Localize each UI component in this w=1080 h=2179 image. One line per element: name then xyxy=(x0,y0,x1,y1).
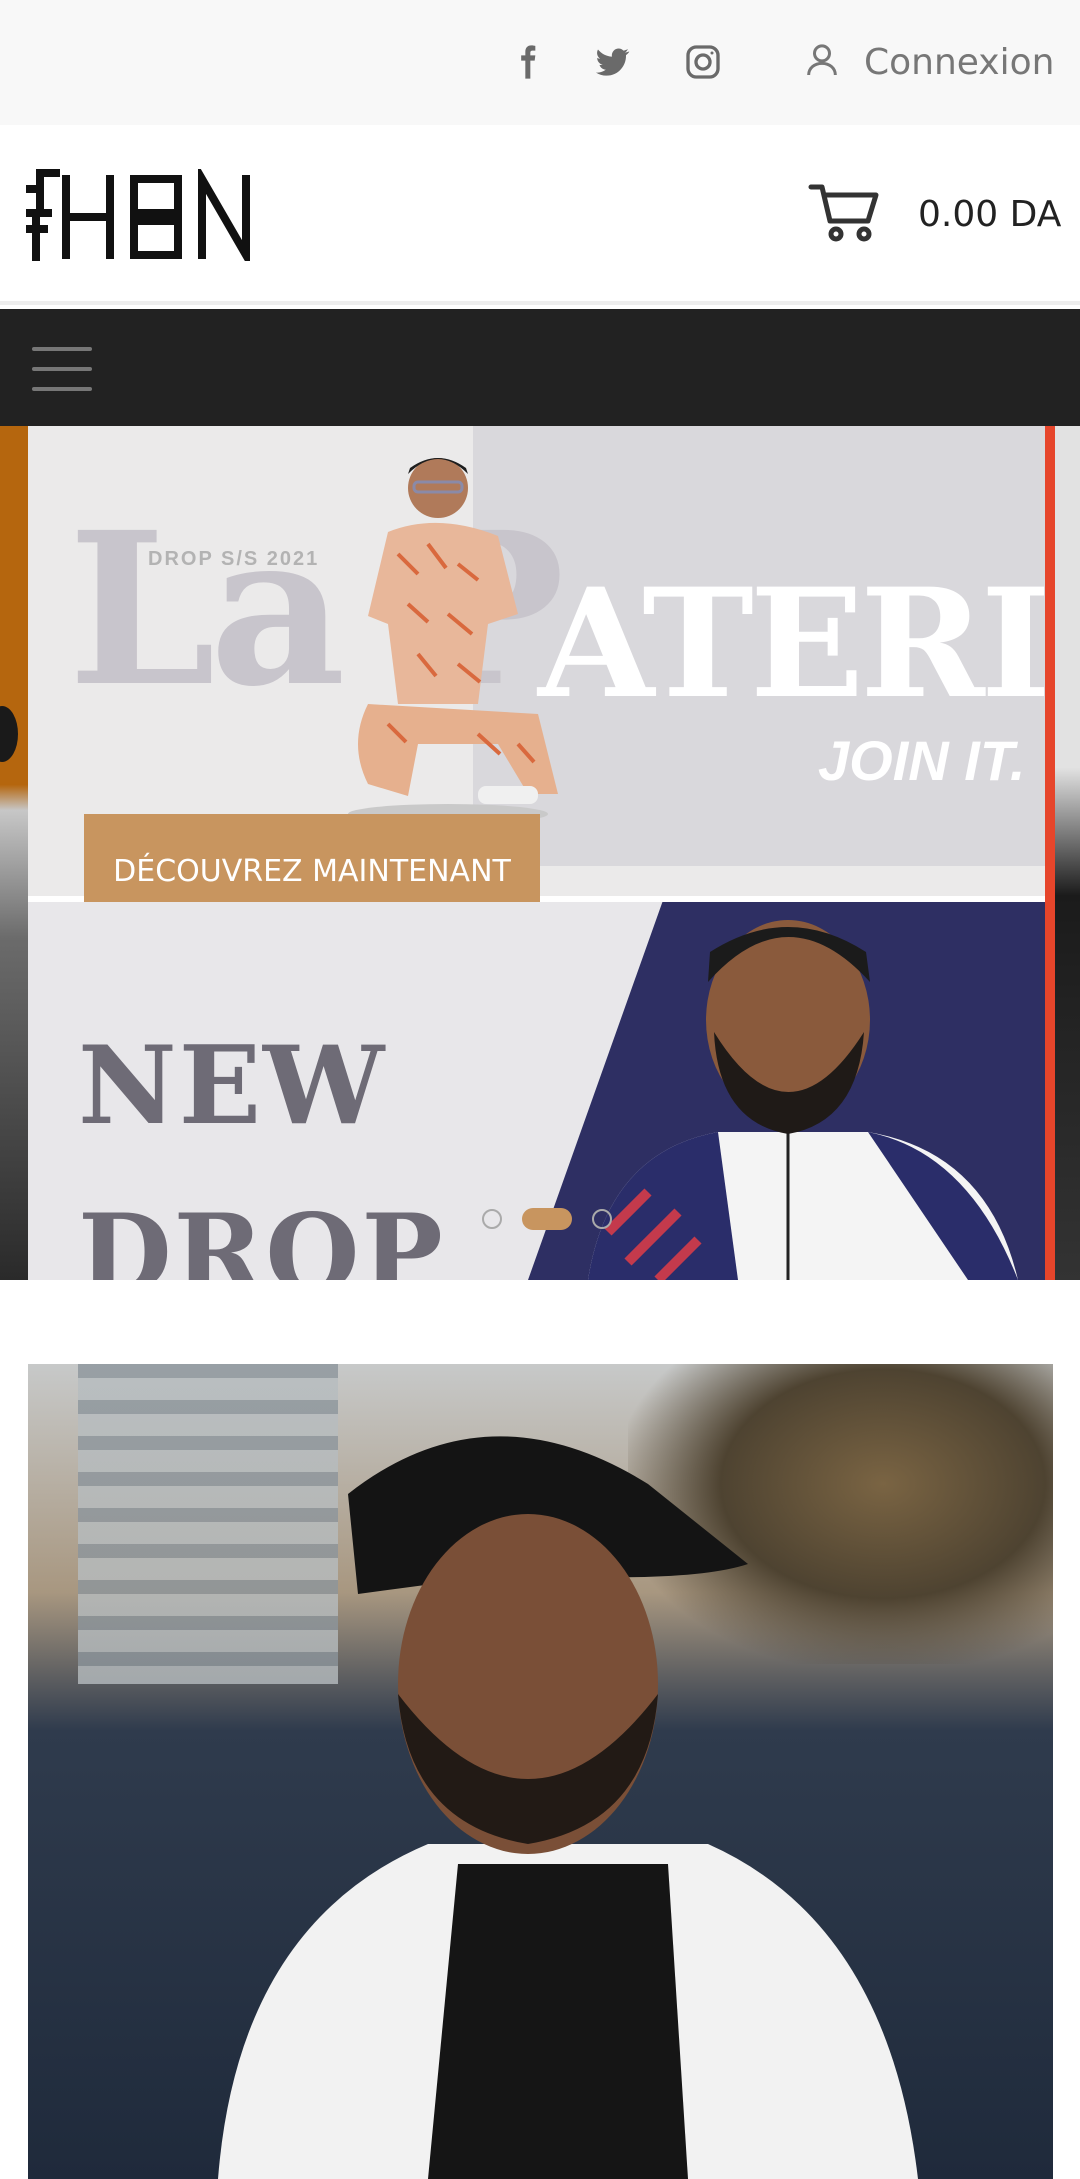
twitter-icon[interactable] xyxy=(590,40,634,84)
slider-dot-2[interactable] xyxy=(522,1208,572,1230)
crouching-model-image xyxy=(348,458,558,824)
facebook-icon[interactable] xyxy=(505,40,549,84)
hamburger-menu-icon[interactable] xyxy=(32,347,92,391)
user-icon xyxy=(802,40,842,85)
next-slide-peek[interactable] xyxy=(1045,426,1080,1280)
slider-dot-3[interactable] xyxy=(592,1209,612,1229)
bearded-model-image xyxy=(588,920,1018,1280)
cart-total: 0.00 DA xyxy=(918,194,1062,235)
banner-title-right: ATERIE xyxy=(538,556,1045,732)
hero-slide: La P DROP S/S 2021 ATERIE JOIN IT. DÉCOU… xyxy=(28,426,1045,1280)
banner-tagline: JOIN IT. xyxy=(818,729,1026,792)
hero-slider[interactable]: La P DROP S/S 2021 ATERIE JOIN IT. DÉCOU… xyxy=(0,426,1080,1280)
instagram-icon[interactable] xyxy=(681,40,725,84)
main-nav-bar xyxy=(0,309,1080,426)
slider-pagination xyxy=(482,1208,612,1230)
top-utility-bar: Connexion xyxy=(0,0,1080,125)
new-drop-title: NEW DROP xyxy=(78,1002,445,1280)
site-header: 0.00 DA xyxy=(0,125,1080,305)
drop-label: DROP S/S 2021 xyxy=(148,548,320,570)
new-drop-line-1: NEW xyxy=(78,1023,387,1149)
site-logo[interactable] xyxy=(26,164,258,270)
feature-banner-image[interactable] xyxy=(28,1364,1053,2179)
login-label: Connexion xyxy=(864,41,1055,83)
cart-link[interactable]: 0.00 DA xyxy=(808,181,1061,248)
new-drop-line-2: DROP xyxy=(78,1191,445,1280)
shopping-cart-icon xyxy=(808,181,880,248)
previous-slide-peek[interactable] xyxy=(0,426,28,1280)
login-link[interactable]: Connexion xyxy=(802,34,1054,90)
cap-model-image xyxy=(218,1436,918,2179)
slider-dot-1[interactable] xyxy=(482,1209,502,1229)
